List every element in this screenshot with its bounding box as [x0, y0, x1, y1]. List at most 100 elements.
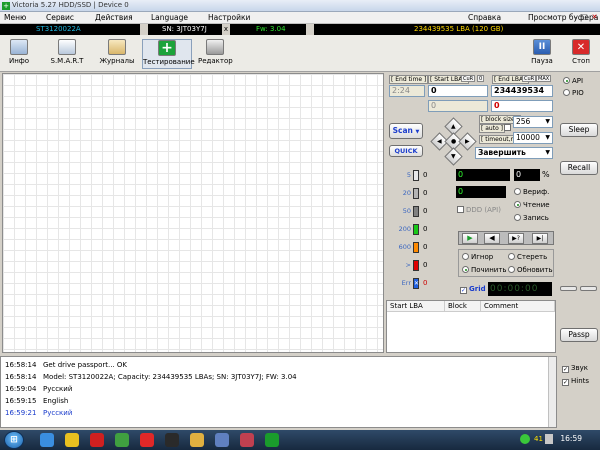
- scan-grid: [2, 73, 384, 353]
- max-button[interactable]: MAX: [536, 75, 552, 82]
- folder-icon: [108, 39, 126, 55]
- block-size-select[interactable]: 256 ▼: [513, 116, 553, 128]
- taskbar-app-icon[interactable]: [140, 433, 154, 447]
- start-lba-input[interactable]: 0: [428, 85, 488, 97]
- taskbar-app-icon[interactable]: [215, 433, 229, 447]
- smart-icon: [58, 39, 76, 55]
- play-forward-icon[interactable]: ▶: [462, 233, 478, 244]
- ignore-radio[interactable]: Игнор: [462, 253, 493, 262]
- passport-button[interactable]: Passp: [560, 328, 598, 342]
- timeout-value: 10000: [516, 133, 540, 142]
- scan-label: Scan: [392, 126, 413, 135]
- ddd-api-checkbox[interactable]: DDD (API): [457, 206, 501, 215]
- taskbar-app-icon[interactable]: [90, 433, 104, 447]
- taskbar-app-icon[interactable]: [115, 433, 129, 447]
- info-close-marker[interactable]: x: [222, 24, 230, 35]
- refresh-radio[interactable]: Обновить: [508, 266, 553, 275]
- chevron-down-icon: ▼: [545, 149, 550, 156]
- column-block[interactable]: Block: [445, 301, 481, 312]
- quick-button[interactable]: QUICK: [389, 145, 423, 157]
- write-radio[interactable]: Запись: [514, 214, 549, 223]
- finish-action-select[interactable]: Завершить ▼: [475, 147, 553, 159]
- start-button[interactable]: ⊞: [4, 431, 24, 449]
- menu-language[interactable]: Language: [151, 13, 188, 22]
- editor-button[interactable]: Редактор: [198, 39, 233, 69]
- option-toggle-right[interactable]: [580, 286, 597, 291]
- repair-radio[interactable]: Починить: [462, 266, 507, 275]
- sound-checkbox[interactable]: ✓ Звук: [562, 364, 588, 373]
- tray-counter: 41: [534, 435, 543, 443]
- menu-service[interactable]: Сервис: [46, 13, 74, 22]
- verify-radio[interactable]: Вериф.: [514, 188, 549, 197]
- category-row: 200 0: [389, 223, 427, 237]
- maximize-button[interactable]: □: [580, 13, 589, 22]
- testing-button[interactable]: + Тестирование: [142, 39, 195, 69]
- minimize-button[interactable]: –: [571, 13, 580, 22]
- read-radio[interactable]: Чтение: [514, 201, 550, 210]
- arrow-down-icon[interactable]: ▼: [444, 147, 463, 166]
- info-button[interactable]: Инфо: [4, 39, 34, 69]
- stop-button[interactable]: ✕ Стоп: [567, 39, 595, 69]
- event-log: 16:58:14 Get drive passport... OK 16:58:14…: [0, 356, 557, 428]
- recall-button[interactable]: Recall: [560, 161, 598, 175]
- taskbar-clock[interactable]: 16:59: [560, 434, 582, 443]
- column-start-lba[interactable]: Start LBA: [387, 301, 445, 312]
- log-scrollbar[interactable]: [548, 357, 556, 427]
- menu-settings[interactable]: Настройки: [208, 13, 250, 22]
- close-button[interactable]: ✕: [590, 13, 599, 22]
- category-row: 50 0: [389, 205, 427, 219]
- category-row: >0: [389, 259, 427, 273]
- auto-label: [ auto ]: [479, 124, 505, 133]
- smart-label: S.M.A.R.T: [50, 57, 84, 65]
- category-count: 0: [423, 189, 428, 197]
- cur-button[interactable]: CuR: [461, 75, 476, 82]
- play-backward-icon[interactable]: ◀: [484, 233, 500, 244]
- logs-button[interactable]: Журналы: [98, 39, 136, 69]
- log-line: 16:59:15 English: [5, 397, 68, 405]
- editor-label: Редактор: [198, 57, 233, 65]
- title-bar: + Victoria 5.27 HDD/SSD | Device 0: [0, 0, 600, 12]
- end-cur-button[interactable]: CuR: [522, 75, 537, 82]
- zero-button[interactable]: 0: [477, 75, 485, 82]
- taskbar-app-icon[interactable]: [190, 433, 204, 447]
- menu-help[interactable]: Справка: [468, 13, 501, 22]
- window-title: Victoria 5.27 HDD/SSD | Device 0: [12, 1, 129, 9]
- taskbar-app-icon[interactable]: [265, 433, 279, 447]
- column-comment[interactable]: Comment: [481, 301, 555, 312]
- sleep-button[interactable]: Sleep: [560, 123, 598, 137]
- speed-counter-display: 0: [456, 186, 506, 198]
- grid-checkbox[interactable]: ✓ Grid: [460, 285, 486, 294]
- option-toggle-left[interactable]: [560, 286, 577, 291]
- api-radio[interactable]: API: [563, 77, 583, 86]
- jump-random-icon[interactable]: ▶?: [508, 233, 524, 244]
- timeout-select[interactable]: 10000 ▼: [513, 132, 553, 144]
- pio-radio[interactable]: PIO: [563, 89, 584, 98]
- taskbar-app-icon[interactable]: [65, 433, 79, 447]
- smart-button[interactable]: S.M.A.R.T: [46, 39, 88, 69]
- pause-button[interactable]: II Пауза: [529, 39, 555, 69]
- category-label: 5: [406, 171, 411, 179]
- taskbar-app-icon[interactable]: [40, 433, 54, 447]
- menu-actions[interactable]: Действия: [95, 13, 133, 22]
- scan-button[interactable]: Scan ▼: [389, 123, 423, 139]
- network-tray-icon[interactable]: [520, 434, 530, 444]
- category-row: 20 0: [389, 187, 427, 201]
- erase-radio[interactable]: Стереть: [508, 253, 547, 262]
- start-lba-current: 0: [428, 100, 488, 112]
- arrow-right-icon[interactable]: ▶: [458, 132, 477, 151]
- drive-serial: SN: 3JT03Y7J: [162, 25, 207, 33]
- end-time-field[interactable]: 2:24: [389, 85, 425, 97]
- menu-main[interactable]: Меню: [4, 13, 26, 22]
- jump-end-icon[interactable]: ▶|: [532, 233, 548, 244]
- flag-tray-icon[interactable]: [545, 434, 553, 444]
- category-row: 50: [389, 169, 427, 183]
- auto-checkbox[interactable]: [504, 124, 511, 131]
- taskbar: ⊞ 41 16:59: [0, 430, 600, 450]
- taskbar-app-icon[interactable]: [240, 433, 254, 447]
- dropdown-arrow-icon: ▼: [415, 129, 420, 135]
- end-lba-input[interactable]: 234439534: [491, 85, 553, 97]
- app-icon: +: [2, 2, 10, 10]
- taskbar-app-icon[interactable]: [165, 433, 179, 447]
- pause-label: Пауза: [531, 57, 553, 65]
- hints-checkbox[interactable]: ✓ Hints: [562, 377, 589, 386]
